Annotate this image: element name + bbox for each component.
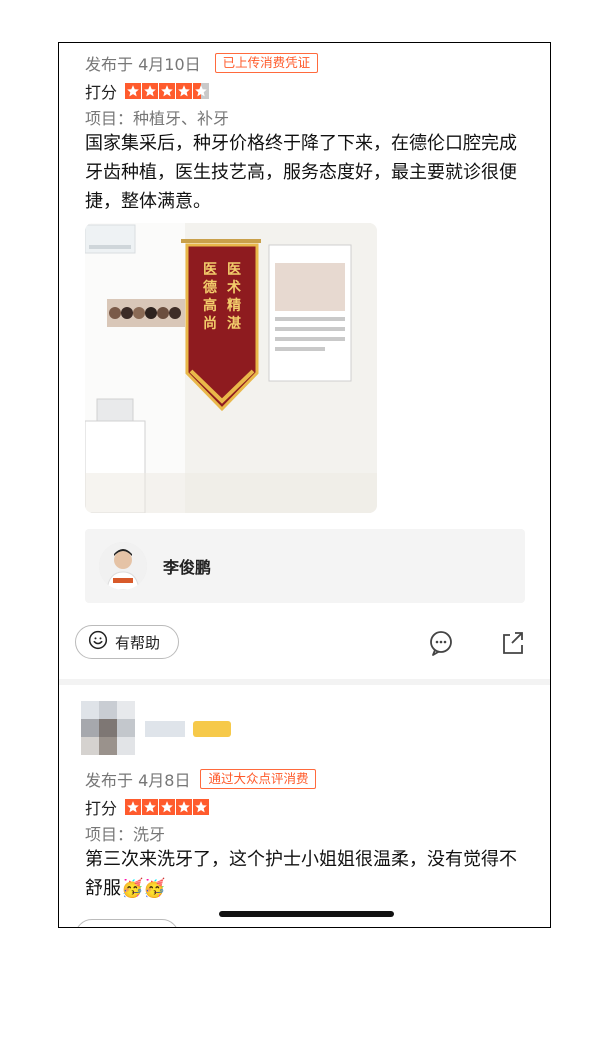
- review-text: 国家集采后，种牙价格终于降了下来，在德伦口腔完成牙齿种植，医生技艺高，服务态度好…: [85, 133, 517, 212]
- star-icon: [176, 799, 193, 815]
- helpful-label: 有帮助: [115, 633, 161, 652]
- star-icon: [193, 799, 210, 815]
- star-rating: [125, 83, 210, 99]
- rating-row: 打分: [85, 795, 210, 819]
- home-indicator[interactable]: [219, 911, 394, 917]
- review-photo[interactable]: 医德高尚 医术精湛: [85, 223, 377, 513]
- helpful-button-partial[interactable]: [75, 919, 179, 927]
- rating-label: 打分: [85, 83, 118, 102]
- username-blurred: [145, 721, 185, 737]
- rating-label: 打分: [85, 799, 118, 818]
- section-divider: [59, 679, 550, 685]
- project-row: 项目：种植牙、补牙: [85, 105, 229, 129]
- smile-icon: [88, 630, 108, 654]
- rating-row: 打分: [85, 79, 210, 103]
- doctor-card[interactable]: 李俊鹏: [85, 529, 525, 603]
- share-icon[interactable]: [499, 629, 527, 657]
- comment-icon[interactable]: [427, 629, 455, 657]
- review-feed: 发布于 4月10日 已上传消费凭证 打分 项目：种植牙、补牙 国家集采后，种牙价…: [58, 42, 551, 928]
- project-tags: 项目：种植牙、补牙: [85, 109, 230, 128]
- banner-text-left: 医德高尚: [203, 262, 217, 332]
- star-icon: [125, 799, 142, 815]
- post-date: 发布于 4月8日: [85, 771, 191, 790]
- review-header: 发布于 4月8日 通过大众点评消费: [85, 767, 317, 791]
- doctor-name: 李俊鹏: [163, 558, 212, 577]
- star-icon: [142, 83, 159, 99]
- helpful-button[interactable]: 有帮助: [75, 625, 179, 659]
- consumption-badge: 通过大众点评消费: [200, 769, 317, 789]
- post-date: 发布于 4月10日: [85, 55, 201, 74]
- star-icon: [159, 83, 176, 99]
- project-row: 项目：洗牙: [85, 821, 165, 845]
- level-badge-blurred: [193, 721, 231, 737]
- star-icon: [176, 83, 193, 99]
- review-header: 发布于 4月10日 已上传消费凭证: [85, 51, 319, 75]
- project-tags: 项目：洗牙: [85, 825, 166, 844]
- star-icon: [142, 799, 159, 815]
- banner-text-right: 医术精湛: [227, 262, 241, 332]
- doctor-avatar: [99, 542, 147, 590]
- review-text: 第三次来洗牙了，这个护士小姐姐很温柔，没有觉得不舒服🥳🥳: [85, 849, 517, 899]
- star-icon: [159, 799, 176, 815]
- user-avatar[interactable]: [81, 701, 135, 755]
- star-icon: [125, 83, 142, 99]
- star-rating: [125, 799, 210, 815]
- consumption-badge: 已上传消费凭证: [214, 53, 319, 73]
- half-star-icon: [193, 83, 210, 99]
